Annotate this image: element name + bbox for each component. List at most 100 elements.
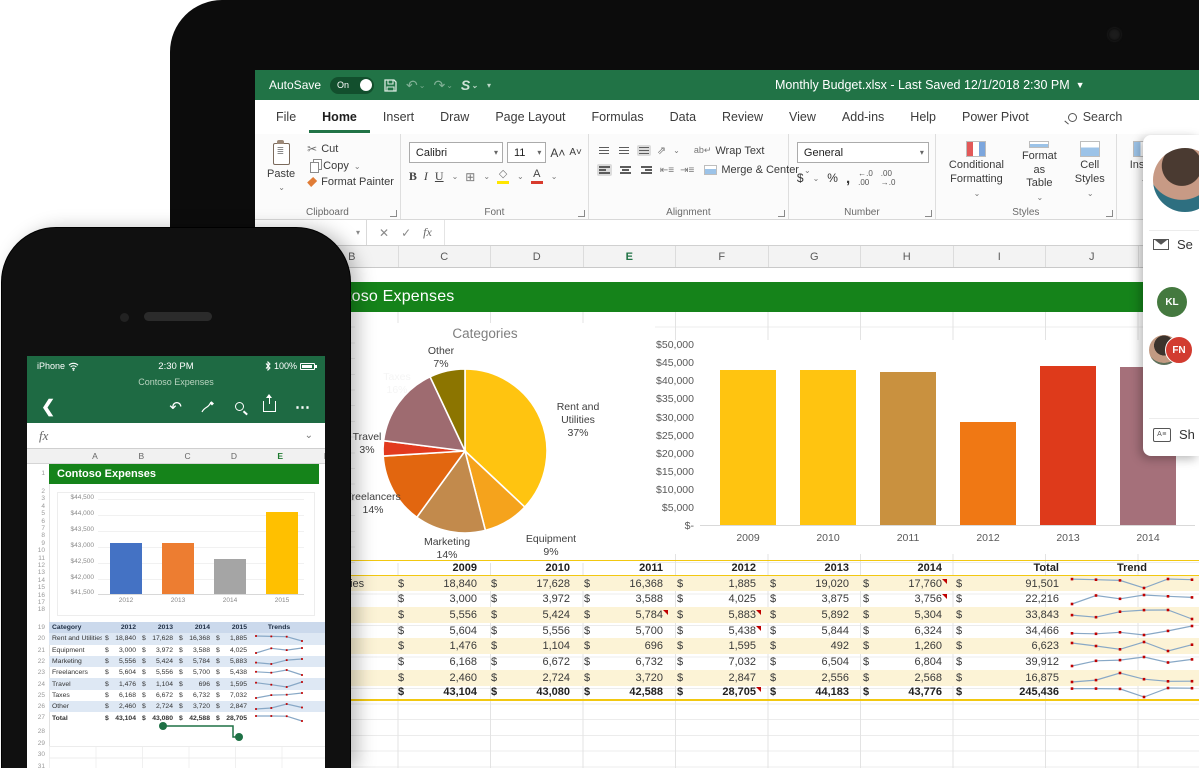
table-row-freelancers[interactable]: Freelancers$5,604$5,556$5,700$5,438$5,84… <box>275 623 1199 639</box>
phone-cell[interactable]: $2,724 <box>139 703 176 710</box>
phone-cell[interactable]: $1,595 <box>213 681 250 688</box>
cell[interactable]: $1,476 <box>390 640 483 652</box>
cell[interactable]: $1,260 <box>855 640 948 652</box>
row-number-29[interactable]: 29 <box>27 740 49 747</box>
phone-cell[interactable]: $5,424 <box>139 658 176 665</box>
ink-icon[interactable]: S ⌄ <box>461 77 478 93</box>
shrink-font-icon[interactable]: A˅ <box>569 147 582 158</box>
align-middle-icon[interactable] <box>617 145 631 156</box>
cell[interactable]: $5,424 <box>483 609 576 621</box>
table-row-marketing[interactable]: Marketing$5,556$5,424$5,784$5,883$5,892$… <box>275 607 1199 623</box>
align-bottom-icon[interactable] <box>636 144 651 157</box>
tab-power-pivot[interactable]: Power Pivot <box>949 101 1042 133</box>
share-row[interactable]: A≡ Sh <box>1153 427 1195 442</box>
borders-icon[interactable]: ⊞ <box>465 170 475 184</box>
more-icon[interactable]: ⋯ <box>295 398 311 416</box>
tab-home[interactable]: Home <box>309 101 370 133</box>
cell[interactable]: $1,595 <box>669 640 762 652</box>
cell-styles-button[interactable]: Cell Styles ⌄ <box>1070 139 1110 205</box>
search-icon[interactable] <box>235 402 244 411</box>
column-header-I[interactable]: I <box>954 246 1046 267</box>
cell[interactable]: $18,840 <box>390 578 483 590</box>
fill-color-icon[interactable]: ◇ <box>497 169 510 184</box>
decrease-decimal-icon[interactable]: .00 →.0 <box>881 169 896 187</box>
row-number-21[interactable]: 21 <box>27 647 49 654</box>
cell[interactable]: $1,104 <box>483 640 576 652</box>
row-number-24[interactable]: 24 <box>27 681 49 688</box>
column-header-C[interactable]: C <box>399 246 491 267</box>
cell[interactable]: $6,732 <box>576 656 669 668</box>
phone-table-row-rent-and-utilities[interactable]: Rent and Utilities $18,840 $17,628 $16,368 $… <box>49 633 325 645</box>
worksheet[interactable]: Contoso Expenses Categories Rent and Util… <box>255 268 1199 768</box>
row-number-28[interactable]: 28 <box>27 728 49 735</box>
bar-2013[interactable] <box>1040 366 1096 525</box>
expense-table[interactable]: 2009 2010 2011 2012 2013 2014 Total TrendRent a… <box>275 560 1199 702</box>
save-icon[interactable] <box>383 78 398 93</box>
alignment-dialog-launcher-icon[interactable] <box>777 210 785 217</box>
row-number-10[interactable]: 10 <box>27 547 49 554</box>
font-dialog-launcher-icon[interactable] <box>577 210 585 217</box>
align-center-icon[interactable] <box>618 164 633 175</box>
phone-cell[interactable]: $6,168 <box>102 692 139 699</box>
phone-column-header-A[interactable]: A <box>92 451 98 461</box>
cell[interactable]: $28,705 <box>669 686 762 698</box>
cell[interactable]: $5,700 <box>576 625 669 637</box>
cell[interactable]: $5,604 <box>390 625 483 637</box>
phone-column-header-B[interactable]: B <box>138 451 144 461</box>
tab-formulas[interactable]: Formulas <box>579 101 657 133</box>
phone-cell[interactable]: $5,883 <box>213 658 250 665</box>
phone-cell[interactable]: $2,847 <box>213 703 250 710</box>
phone-cell[interactable]: $4,025 <box>213 647 250 654</box>
total-cell[interactable]: $91,501 <box>948 578 1065 590</box>
cell[interactable]: $6,324 <box>855 625 948 637</box>
phone-cell[interactable]: $5,604 <box>102 669 139 676</box>
tab-review[interactable]: Review <box>709 101 776 133</box>
tab-data[interactable]: Data <box>657 101 709 133</box>
cell[interactable]: $5,556 <box>390 609 483 621</box>
column-header-H[interactable]: H <box>861 246 954 267</box>
row-number-12[interactable]: 12 <box>27 562 49 569</box>
comma-format-icon[interactable]: , <box>846 170 850 187</box>
row-number-19[interactable]: 19 <box>27 624 49 631</box>
row-number-26[interactable]: 26 <box>27 703 49 710</box>
cut-button[interactable]: ✂ Cut <box>307 142 394 156</box>
cell[interactable]: $42,588 <box>576 686 669 698</box>
avatar-fn-group[interactable]: FN <box>1149 335 1199 367</box>
cell[interactable]: $3,720 <box>576 672 669 684</box>
column-header-F[interactable]: F <box>676 246 769 267</box>
expand-icon[interactable]: ⌄ <box>305 430 313 441</box>
conditional-formatting-button[interactable]: Conditional Formatting ⌄ <box>944 139 1009 205</box>
cell[interactable]: $6,804 <box>855 656 948 668</box>
phone-cell[interactable]: $5,700 <box>176 669 213 676</box>
title-dropdown-icon[interactable]: ▼ <box>1076 80 1085 90</box>
row-number-1[interactable]: 1 <box>27 470 49 477</box>
phone-cell[interactable]: $3,000 <box>102 647 139 654</box>
cell[interactable]: $43,104 <box>390 686 483 698</box>
increase-indent-icon[interactable]: ⇥≡ <box>680 165 694 176</box>
total-cell[interactable]: $16,875 <box>948 672 1065 684</box>
row-number-18[interactable]: 18 <box>27 606 49 613</box>
phone-table-row-other[interactable]: Other $2,460 $2,724 $3,720 $2,847 <box>49 701 325 713</box>
cancel-icon[interactable]: ✕ <box>379 226 389 240</box>
row-number-11[interactable]: 11 <box>27 555 49 562</box>
italic-button[interactable]: I <box>424 169 428 184</box>
phone-bar-2012[interactable] <box>110 543 142 594</box>
number-format-select[interactable]: General ▾ <box>796 142 929 163</box>
column-header-J[interactable]: J <box>1046 246 1139 267</box>
phone-cell[interactable]: $6,732 <box>176 692 213 699</box>
total-cell[interactable]: $245,436 <box>948 686 1065 698</box>
tab-add-ins[interactable]: Add-ins <box>829 101 897 133</box>
row-number-15[interactable]: 15 <box>27 584 49 591</box>
total-cell[interactable]: $22,216 <box>948 593 1065 605</box>
phone-cell[interactable]: $5,784 <box>176 658 213 665</box>
undo-icon[interactable]: ↶ <box>169 398 182 416</box>
cell[interactable]: $5,556 <box>483 625 576 637</box>
table-row-other[interactable]: Other$2,460$2,724$3,720$2,847$2,556$2,56… <box>275 669 1199 686</box>
phone-cell[interactable]: $3,588 <box>176 647 213 654</box>
row-number-16[interactable]: 16 <box>27 592 49 599</box>
clipboard-dialog-launcher-icon[interactable] <box>389 210 397 217</box>
enter-icon[interactable]: ✓ <box>401 226 411 240</box>
row-number-25[interactable]: 25 <box>27 692 49 699</box>
phone-expense-table[interactable]: Category 2012 2013 2014 2015 Trends Rent and U… <box>49 622 325 724</box>
undo-icon[interactable]: ↶ ⌄ <box>406 77 425 94</box>
